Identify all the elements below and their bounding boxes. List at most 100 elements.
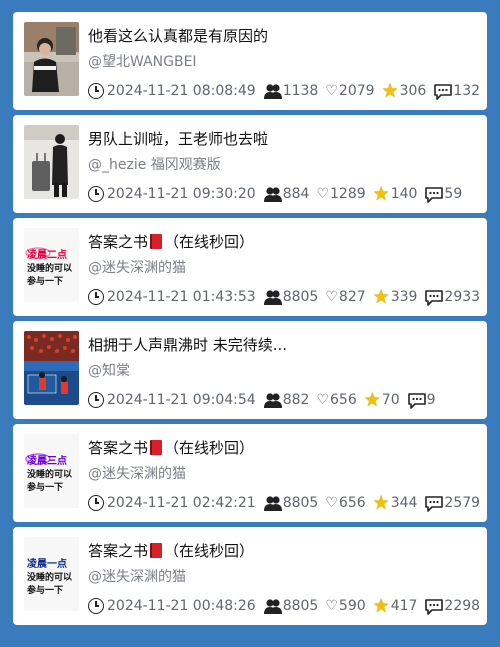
heart-icon: ♡ [316, 186, 329, 202]
star-count: 344 [390, 495, 418, 511]
video-meta: 2024-11-21 02:42:21 8805 ♡ 656 ★ 344 2579 [88, 492, 481, 514]
video-thumbnail[interactable] [24, 125, 79, 199]
thumbnail-caption: 参与一下 [27, 275, 63, 287]
video-card[interactable]: 男队上训啦，王老师也去啦 @_hezie 福冈观赛版 2024-11-21 09… [13, 115, 487, 213]
user-count: 8805 [282, 598, 319, 614]
comment-icon [425, 598, 444, 615]
clock-icon [88, 83, 104, 99]
user-count: 8805 [282, 495, 319, 511]
title-suffix: （在线秒回） [164, 439, 255, 457]
heart-icon: ♡ [325, 598, 338, 614]
publish-time: 2024-11-21 02:42:21 [107, 495, 256, 511]
comment-count: 59 [444, 186, 463, 202]
comment-icon [425, 186, 444, 203]
thumbnail-caption: 凌晨三点 [27, 454, 67, 467]
users-icon [263, 393, 282, 408]
video-thumbnail[interactable] [24, 331, 79, 405]
star-count: 339 [390, 289, 418, 305]
video-thumbnail[interactable]: 凌晨三点 没睡的可以 参与一下 [24, 434, 79, 508]
clock-icon [88, 598, 104, 614]
thumbnail-caption: 没睡的可以 [27, 262, 72, 274]
video-meta: 2024-11-21 00:48:26 8805 ♡ 590 ★ 417 2298 [88, 595, 481, 617]
thumbnail-caption: 凌晨一点 [27, 557, 67, 570]
comment-icon [425, 289, 444, 306]
video-thumbnail[interactable]: 凌晨二点 没睡的可以 参与一下 [24, 228, 79, 302]
star-icon: ★ [372, 492, 390, 514]
like-count: 2079 [338, 83, 375, 99]
comment-count: 132 [453, 83, 481, 99]
video-title[interactable]: 男队上训啦，王老师也去啦 [88, 129, 477, 149]
video-title[interactable]: 答案之书 （在线秒回） [88, 438, 477, 458]
publish-time: 2024-11-21 08:08:49 [107, 83, 256, 99]
comment-count: 2933 [444, 289, 481, 305]
comment-count: 9 [426, 392, 436, 408]
like-count: 656 [338, 495, 366, 511]
video-meta: 2024-11-21 08:08:49 1138 ♡ 2079 ★ 306 132 [88, 80, 481, 102]
video-title[interactable]: 相拥于人声鼎沸时 未完待续... [88, 335, 477, 355]
comment-count: 2579 [444, 495, 481, 511]
like-count: 1289 [330, 186, 366, 202]
like-count: 656 [330, 392, 357, 408]
author-name[interactable]: @迷失深渊的猫 [88, 567, 477, 587]
clock-icon [88, 186, 104, 202]
video-thumbnail[interactable]: 凌晨一点 没睡的可以 参与一下 [24, 537, 79, 611]
users-icon [263, 496, 282, 511]
users-icon [263, 187, 282, 202]
like-count: 590 [338, 598, 366, 614]
clock-icon [88, 289, 104, 305]
star-count: 140 [390, 186, 418, 202]
star-icon: ★ [372, 286, 390, 308]
author-name[interactable]: @_hezie 福冈观赛版 [88, 155, 477, 175]
thumbnail-caption: 没睡的可以 [27, 571, 72, 583]
star-icon: ★ [381, 80, 399, 102]
title-text: 答案之书 [88, 542, 149, 560]
star-count: 306 [399, 83, 427, 99]
author-name[interactable]: @迷失深渊的猫 [88, 464, 477, 484]
title-suffix: （在线秒回） [164, 233, 255, 251]
video-meta: 2024-11-21 09:30:20 884 ♡ 1289 ★ 140 59 [88, 183, 477, 205]
thumbnail-caption: 凌晨二点 [27, 248, 67, 261]
video-title[interactable]: 答案之书 （在线秒回） [88, 541, 477, 561]
video-meta: 2024-11-21 09:04:54 882 ♡ 656 ★ 70 9 [88, 389, 477, 411]
star-count: 70 [381, 392, 400, 408]
star-icon: ★ [372, 183, 390, 205]
publish-time: 2024-11-21 09:30:20 [107, 186, 256, 202]
publish-time: 2024-11-21 01:43:53 [107, 289, 256, 305]
author-name[interactable]: @迷失深渊的猫 [88, 258, 477, 278]
user-count: 1138 [282, 83, 319, 99]
video-card[interactable]: 凌晨一点 没睡的可以 参与一下 答案之书 （在线秒回） @迷失深渊的猫 2024-… [13, 527, 487, 625]
video-title[interactable]: 他看这么认真都是有原因的 [88, 26, 477, 46]
heart-icon: ♡ [316, 392, 329, 408]
author-name[interactable]: @望北WANGBEI [88, 52, 477, 72]
publish-time: 2024-11-21 00:48:26 [107, 598, 256, 614]
book-icon [150, 440, 163, 455]
clock-icon [88, 495, 104, 511]
title-suffix: （在线秒回） [164, 542, 255, 560]
video-card[interactable]: 凌晨二点 没睡的可以 参与一下 答案之书 （在线秒回） @迷失深渊的猫 2024-… [13, 218, 487, 316]
title-text: 答案之书 [88, 233, 149, 251]
like-count: 827 [338, 289, 366, 305]
thumbnail-caption: 参与一下 [27, 481, 63, 493]
title-text: 答案之书 [88, 439, 149, 457]
comment-icon [407, 392, 426, 409]
comment-count: 2298 [444, 598, 481, 614]
video-card[interactable]: 相拥于人声鼎沸时 未完待续... @知棠 2024-11-21 09:04:54… [13, 321, 487, 419]
star-icon: ★ [363, 389, 381, 411]
video-card[interactable]: 他看这么认真都是有原因的 @望北WANGBEI 2024-11-21 08:08… [13, 12, 487, 110]
video-thumbnail[interactable] [24, 22, 79, 96]
star-icon: ★ [372, 595, 390, 617]
book-icon [150, 234, 163, 249]
author-name[interactable]: @知棠 [88, 361, 477, 381]
star-count: 417 [390, 598, 418, 614]
users-icon [263, 290, 282, 305]
comment-icon [425, 495, 444, 512]
users-icon [263, 84, 282, 99]
user-count: 882 [282, 392, 310, 408]
thumbnail-caption: 参与一下 [27, 584, 63, 596]
video-card[interactable]: 凌晨三点 没睡的可以 参与一下 答案之书 （在线秒回） @迷失深渊的猫 2024-… [13, 424, 487, 522]
thumbnail-caption: 没睡的可以 [27, 468, 72, 480]
book-icon [150, 543, 163, 558]
video-title[interactable]: 答案之书 （在线秒回） [88, 232, 477, 252]
heart-icon: ♡ [325, 495, 338, 511]
user-count: 884 [282, 186, 310, 202]
